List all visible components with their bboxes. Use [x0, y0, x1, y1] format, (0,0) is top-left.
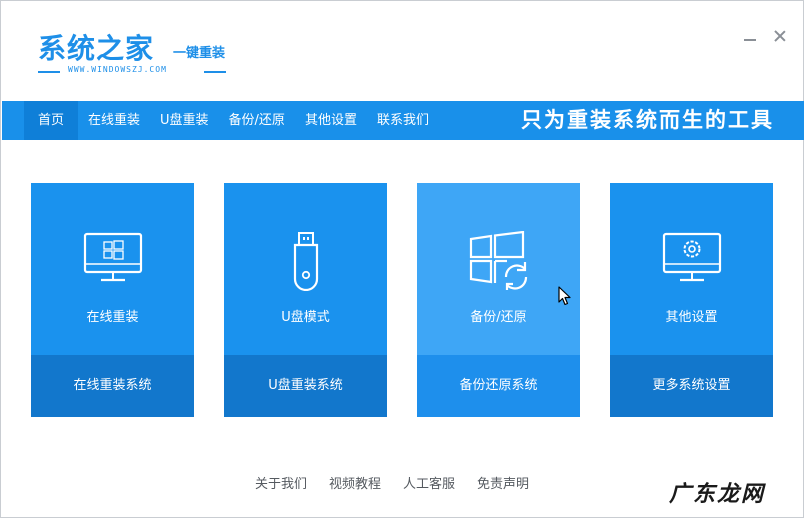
close-icon[interactable]	[773, 29, 787, 43]
logo-title: 系统之家	[38, 32, 155, 65]
card-online-reinstall[interactable]: 在线重装 在线重装系统	[31, 183, 194, 417]
app-window: 系统之家 一键重装 WWW.WINDOWSZJ.COM 首页 在线重装 U盘重装…	[0, 0, 804, 518]
card-top[interactable]: U盘模式	[224, 183, 387, 355]
card-title: 在线重装	[86, 310, 139, 325]
card-title: 备份/还原	[470, 310, 527, 325]
mouse-cursor-icon	[558, 286, 572, 306]
card-title: U盘模式	[281, 310, 330, 325]
card-action-button[interactable]: 更多系统设置	[610, 355, 773, 417]
card-top[interactable]: 在线重装	[31, 183, 194, 355]
logo-line-right	[204, 71, 226, 73]
footer-link-video-tutorial[interactable]: 视频教程	[329, 473, 381, 492]
card-action-button[interactable]: 在线重装系统	[31, 355, 194, 417]
nav-item-other-settings[interactable]: 其他设置	[295, 101, 367, 140]
footer-links: 关于我们 视频教程 人工客服 免责声明	[255, 473, 529, 492]
usb-drive-icon	[224, 231, 387, 291]
nav-item-backup-restore[interactable]: 备份/还原	[219, 101, 295, 140]
logo-url: WWW.WINDOWSZJ.COM	[68, 65, 167, 74]
card-usb-mode[interactable]: U盘模式 U盘重装系统	[224, 183, 387, 417]
window-controls	[743, 29, 787, 43]
footer-link-disclaimer[interactable]: 免责声明	[477, 473, 529, 492]
nav-item-online-reinstall[interactable]: 在线重装	[78, 101, 150, 140]
logo-url-row: WWW.WINDOWSZJ.COM	[38, 65, 228, 77]
nav-item-home[interactable]: 首页	[24, 101, 79, 140]
logo: 系统之家 一键重装 WWW.WINDOWSZJ.COM	[38, 27, 238, 79]
minimize-icon[interactable]	[743, 29, 757, 43]
nav-items: 首页 在线重装 U盘重装 备份/还原 其他设置 联系我们	[24, 101, 439, 140]
nav-item-contact-us[interactable]: 联系我们	[367, 101, 439, 140]
watermark: 广东龙网	[668, 481, 765, 507]
card-top[interactable]: 其他设置	[610, 183, 773, 355]
card-other-settings[interactable]: 其他设置 更多系统设置	[610, 183, 773, 417]
slogan: 只为重装系统而生的工具	[521, 108, 774, 132]
logo-line-left	[38, 71, 60, 73]
nav-item-usb-reinstall[interactable]: U盘重装	[150, 101, 219, 140]
card-action-button[interactable]: U盘重装系统	[224, 355, 387, 417]
monitor-windows-icon	[31, 231, 194, 291]
card-action-button[interactable]: 备份还原系统	[417, 355, 580, 417]
windows-restore-icon	[417, 231, 580, 291]
monitor-gear-icon	[610, 231, 773, 291]
nav-bar: 首页 在线重装 U盘重装 备份/还原 其他设置 联系我们 只为重装系统而生的工具	[2, 101, 804, 140]
card-title: 其他设置	[665, 310, 718, 325]
footer-link-support[interactable]: 人工客服	[403, 473, 455, 492]
footer-link-about[interactable]: 关于我们	[255, 473, 307, 492]
card-top[interactable]: 备份/还原	[417, 183, 580, 355]
logo-subtitle: 一键重装	[173, 46, 226, 61]
card-backup-restore[interactable]: 备份/还原 备份还原系统	[417, 183, 580, 417]
